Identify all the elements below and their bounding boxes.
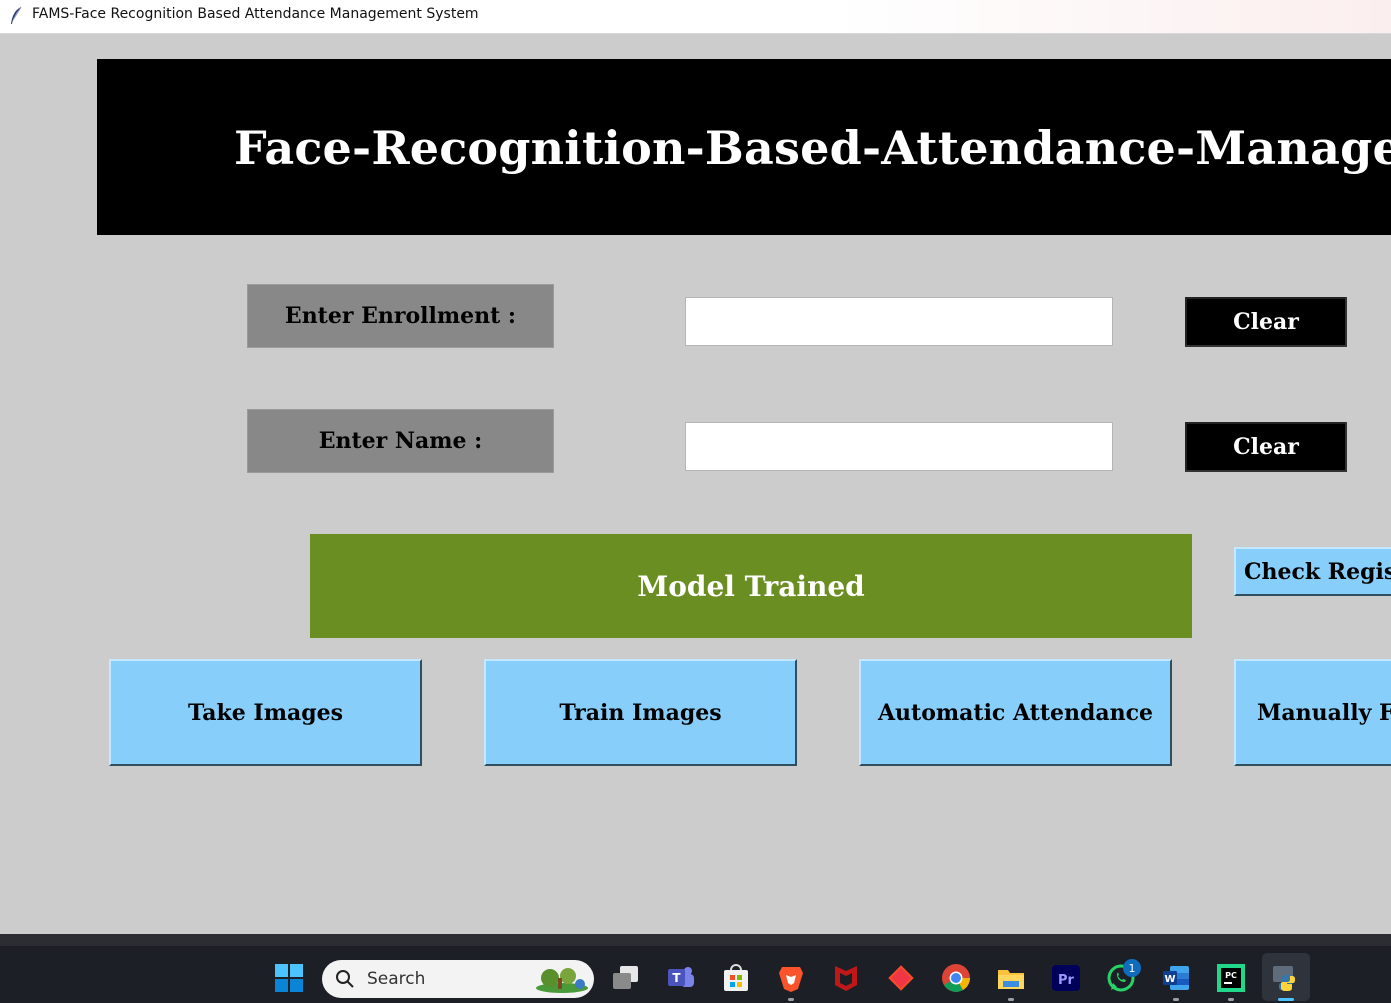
pycharm-running-indicator [1228, 998, 1234, 1001]
status-message: Model Trained [310, 534, 1192, 638]
store-icon[interactable] [721, 963, 751, 993]
whatsapp-badge: 1 [1123, 959, 1141, 977]
task-view-icon[interactable] [611, 963, 641, 993]
taskbar-search[interactable]: Search [322, 960, 594, 998]
teams-icon[interactable]: T [666, 963, 696, 993]
page-title: Face-Recognition-Based-Attendance-Manage… [234, 121, 1391, 175]
feather-icon [11, 6, 22, 24]
pycharm-icon[interactable]: PC [1216, 963, 1246, 993]
git-icon[interactable] [886, 963, 916, 993]
search-icon [336, 970, 354, 988]
svg-text:PC: PC [1225, 971, 1237, 980]
window-title: FAMS-Face Recognition Based Attendance M… [32, 6, 479, 22]
check-registered-button[interactable]: Check Registered students [1234, 547, 1391, 596]
word-icon[interactable]: W [1161, 963, 1191, 993]
python-icon[interactable] [1271, 963, 1301, 993]
enrollment-label: Enter Enrollment : [247, 284, 554, 348]
manually-fill-attendance-button[interactable]: Manually Fill Attendance [1234, 659, 1391, 766]
name-input[interactable] [685, 422, 1113, 471]
search-placeholder: Search [367, 969, 426, 989]
python-active-indicator [1278, 998, 1294, 1001]
chrome-icon[interactable] [941, 963, 971, 993]
name-label: Enter Name : [247, 409, 554, 473]
brave-running-indicator [788, 998, 794, 1001]
automatic-attendance-button[interactable]: Automatic Attendance [859, 659, 1172, 766]
explorer-running-indicator [1008, 998, 1014, 1001]
search-highlight-icon [536, 968, 588, 993]
header-banner: Face-Recognition-Based-Attendance-Manage… [97, 59, 1391, 235]
clear-name-button[interactable]: Clear [1185, 422, 1347, 472]
file-explorer-icon[interactable] [996, 963, 1026, 993]
windows-start-icon[interactable] [274, 963, 304, 993]
window-title-bar: FAMS-Face Recognition Based Attendance M… [0, 0, 1391, 34]
premiere-icon[interactable]: Pr [1051, 963, 1081, 993]
svg-text:Pr: Pr [1058, 973, 1075, 988]
take-images-button[interactable]: Take Images [109, 659, 422, 766]
brave-icon[interactable] [776, 963, 806, 993]
taskbar-top-strip [0, 934, 1391, 946]
svg-text:W: W [1164, 974, 1175, 985]
enrollment-input[interactable] [685, 297, 1113, 346]
word-running-indicator [1173, 998, 1179, 1001]
mcafee-icon[interactable] [831, 963, 861, 993]
clear-enrollment-button[interactable]: Clear [1185, 297, 1347, 347]
train-images-button[interactable]: Train Images [484, 659, 797, 766]
svg-text:T: T [672, 971, 681, 985]
